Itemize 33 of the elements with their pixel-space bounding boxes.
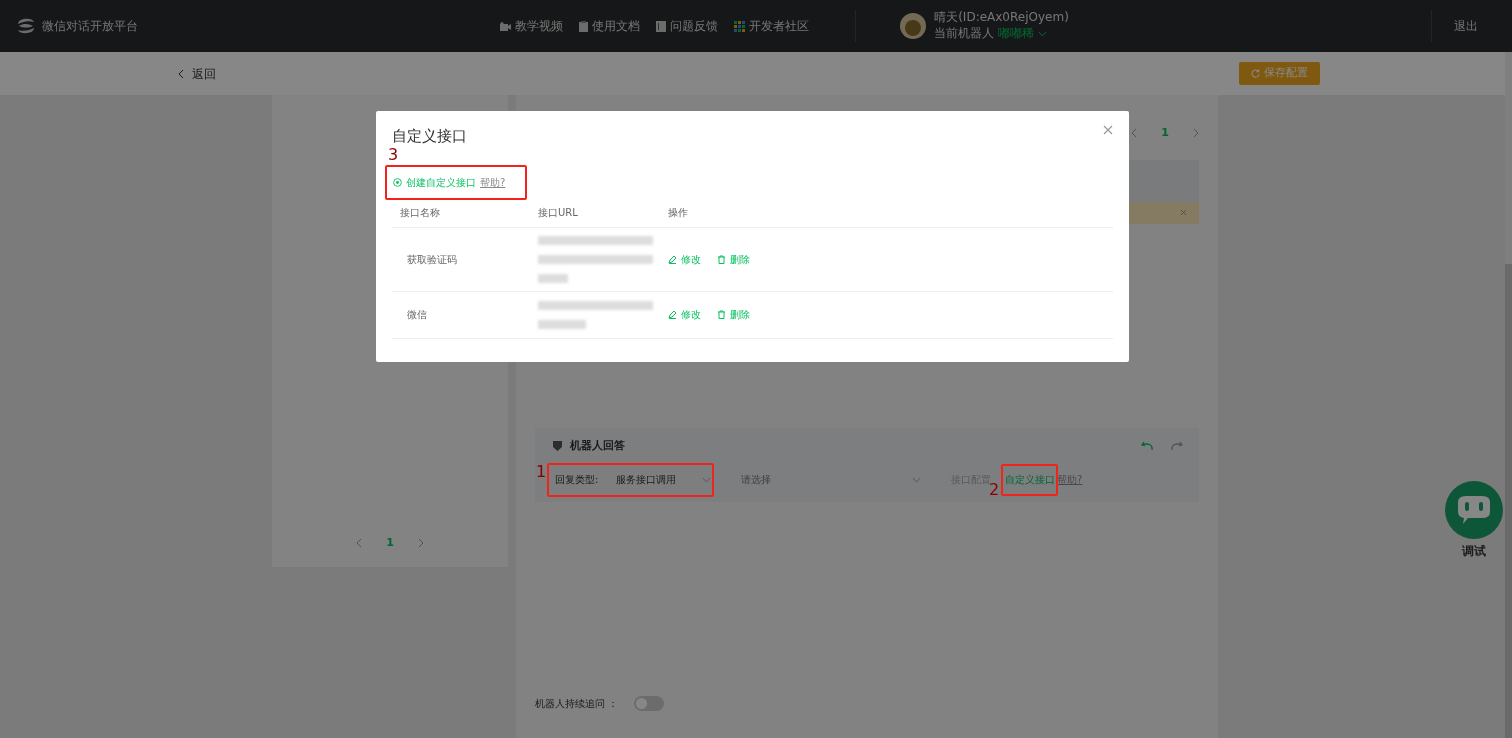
delete-link[interactable]: 删除 (717, 251, 750, 267)
page-number[interactable]: 1 (1161, 125, 1169, 142)
annotation-number: 3 (388, 146, 399, 163)
user-name: 晴天(ID:eAx0RejOyem) (934, 10, 1069, 26)
table-cell-text: 获取验证码 (406, 252, 458, 267)
nav-link[interactable]: 教学视频 (500, 17, 564, 35)
column-header: 接口URL (538, 205, 579, 220)
nav-link[interactable]: 开发者社区 (734, 17, 810, 35)
page-number[interactable]: 1 (386, 534, 394, 551)
annotation-number: 2 (989, 482, 1000, 498)
delete-link[interactable]: 删除 (717, 307, 750, 322)
custom-api-link[interactable]: 自定义接口 (1005, 474, 1055, 485)
annotation-number: 1 (536, 464, 547, 480)
logout-link[interactable]: 退出 (1454, 17, 1478, 35)
edit-link[interactable]: 修改 (668, 251, 701, 267)
column-header: 接口名称 (399, 205, 441, 220)
reply-type-select[interactable]: 回复类型: 服务接口调用 (553, 472, 711, 487)
follow-up-label: 机器人持续追问 ： (535, 696, 619, 711)
card-title: 机器人回答 (570, 437, 625, 454)
robot-name[interactable]: 嘟嘟稀 (998, 26, 1035, 42)
table-cell-text: 微信 (406, 308, 428, 322)
nav-link[interactable]: 问题反馈 (656, 17, 719, 35)
robot-label: 当前机器人 (934, 26, 995, 42)
debug-label[interactable]: 调试 (1462, 542, 1486, 560)
brand-name: 微信对话开放平台 (42, 18, 138, 35)
nav-link[interactable]: 使用文档 (579, 17, 641, 35)
help-link[interactable]: 帮助? (480, 174, 506, 190)
create-api-link[interactable]: 创建自定义接口 (393, 174, 476, 190)
edit-link[interactable]: 修改 (668, 307, 701, 322)
back-link[interactable]: 返回 (178, 64, 216, 83)
save-button[interactable]: 保存配置 (1239, 62, 1320, 85)
dialog-title: 自定义接口 (392, 126, 467, 147)
column-header: 操作 (668, 205, 688, 220)
